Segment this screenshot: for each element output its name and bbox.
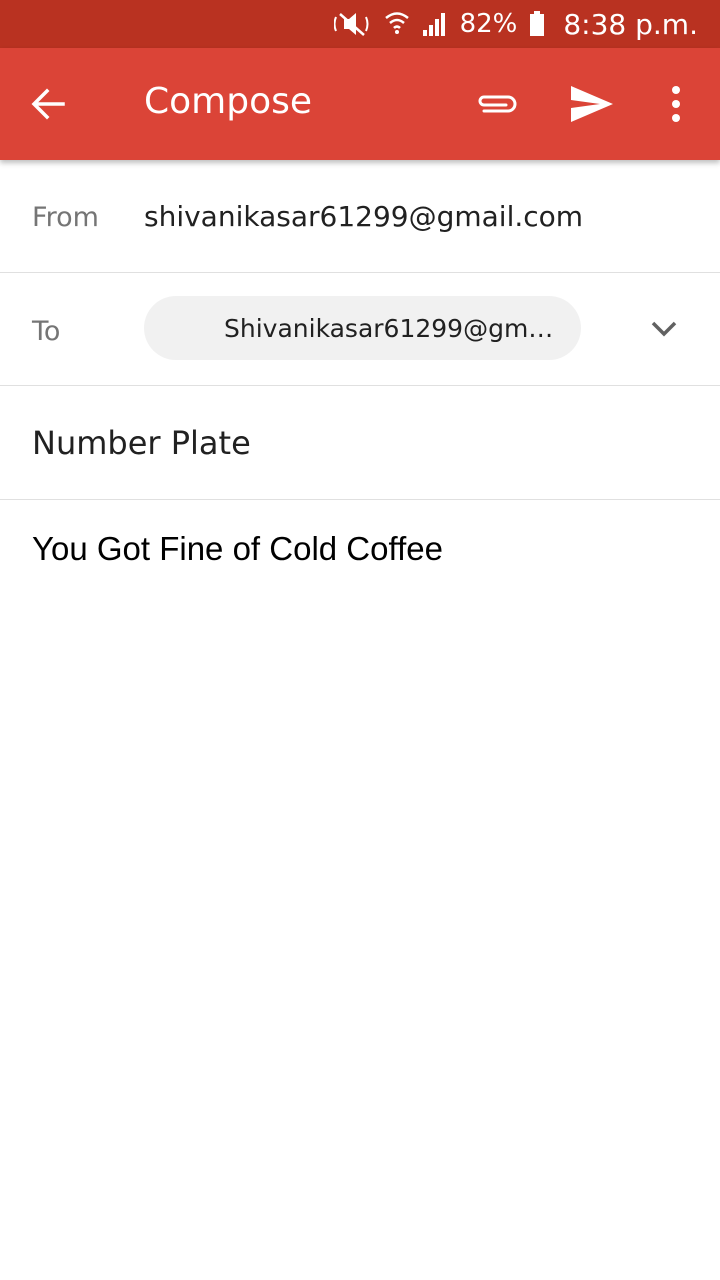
subject-row[interactable]: Number Plate [0,386,720,500]
back-button[interactable] [22,78,74,130]
more-options-button[interactable] [652,78,700,130]
battery-percent: 82% [459,9,518,39]
send-button[interactable] [566,78,618,130]
battery-icon [529,11,545,37]
attach-icon [478,95,517,113]
expand-recipients-button[interactable] [646,311,682,347]
send-icon [571,86,613,122]
from-value[interactable]: shivanikasar61299@gmail.com [144,200,583,233]
from-label: From [32,202,99,233]
chevron-down-icon [651,321,677,337]
recipient-chip-label: Shivanikasar61299@gmai... [224,313,559,343]
compose-body[interactable]: You Got Fine of Cold Coffee [32,530,443,568]
to-row[interactable]: To Shivanikasar61299@gmai... [0,273,720,386]
recipient-chip[interactable]: Shivanikasar61299@gmai... [144,296,581,360]
wifi-icon [384,10,410,38]
mute-icon [333,11,372,37]
app-bar: Compose [0,48,720,160]
to-label: To [32,316,61,347]
attach-button[interactable] [468,78,524,130]
status-bar: 82% 8:38 p.m. [0,0,720,48]
more-vert-icon [672,86,680,122]
signal-icon [422,11,448,37]
subject-field[interactable]: Number Plate [32,424,251,462]
page-title: Compose [144,81,313,122]
from-row[interactable]: From shivanikasar61299@gmail.com [0,160,720,273]
clock: 8:38 p.m. [563,7,698,41]
back-arrow-icon [31,88,65,120]
